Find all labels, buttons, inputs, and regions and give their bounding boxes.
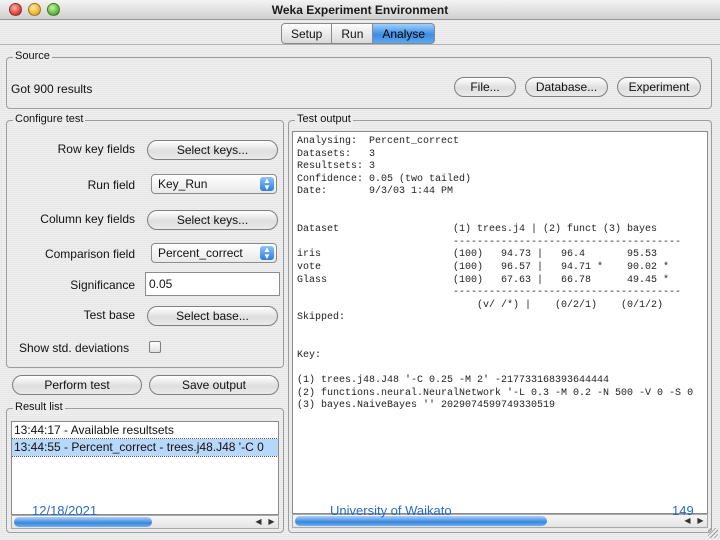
resize-grip-icon[interactable] (708, 528, 718, 538)
source-legend: Source (13, 50, 52, 62)
std-dev-checkbox[interactable] (149, 341, 161, 353)
database-button[interactable]: Database... (525, 77, 608, 97)
column-key-label: Column key fields (40, 212, 135, 226)
configure-test-group: Configure test Row key fields Select key… (6, 113, 284, 368)
test-output-text: Analysing: Percent_correct Datasets: 3 R… (297, 136, 694, 412)
perform-test-button[interactable]: Perform test (12, 375, 142, 395)
row-key-label: Row key fields (57, 142, 135, 156)
row-key-select-button[interactable]: Select keys... (147, 140, 278, 160)
file-button[interactable]: File... (454, 77, 516, 97)
significance-input[interactable]: 0.05 (145, 272, 280, 296)
weka-window: Weka Experiment Environment Setup Run An… (0, 0, 720, 540)
tab-bar: Setup Run Analyse (281, 23, 436, 44)
scroll-right-icon[interactable]: ▶ (694, 515, 707, 527)
footer-page-number: 149 (672, 503, 694, 518)
run-field-label: Run field (87, 178, 135, 192)
save-output-button[interactable]: Save output (149, 375, 279, 395)
tab-analyse[interactable]: Analyse (372, 23, 436, 44)
test-output-group: Test output Analysing: Percent_correct D… (288, 113, 712, 533)
comparison-field-label: Comparison field (44, 247, 135, 261)
footer-organization: University of Waikato (330, 503, 452, 518)
scrollbar-thumb[interactable] (14, 517, 152, 527)
source-status: Got 900 results (11, 82, 93, 96)
tab-divider (0, 44, 720, 45)
run-field-dropdown[interactable]: Key_Run ▲ ▼ (151, 174, 277, 194)
result-list-item-selected[interactable]: 13:44:55 - Percent_correct - trees.j48.J… (12, 438, 278, 457)
result-list[interactable]: 13:44:17 - Available resultsets 13:44:55… (11, 421, 279, 515)
comparison-field-dropdown[interactable]: Percent_correct ▲ ▼ (151, 243, 277, 263)
test-output-panel[interactable]: Analysing: Percent_correct Datasets: 3 R… (292, 131, 708, 514)
column-key-select-button[interactable]: Select keys... (147, 210, 278, 230)
comparison-field-value: Percent_correct (158, 246, 243, 260)
dropdown-arrows-icon: ▲ ▼ (260, 177, 274, 192)
scroll-right-icon[interactable]: ▶ (265, 516, 278, 528)
configure-legend: Configure test (13, 113, 86, 125)
result-list-legend: Result list (13, 401, 65, 413)
tab-run[interactable]: Run (331, 23, 374, 44)
dropdown-arrows-icon: ▲ ▼ (260, 246, 274, 261)
experiment-button[interactable]: Experiment (617, 77, 701, 97)
result-list-item[interactable]: 13:44:17 - Available resultsets (12, 422, 278, 439)
test-base-label: Test base (83, 308, 135, 322)
title-bar: Weka Experiment Environment (0, 0, 720, 20)
window-title: Weka Experiment Environment (271, 3, 449, 17)
test-output-legend: Test output (295, 113, 353, 125)
std-dev-label: Show std. deviations (19, 341, 130, 355)
run-field-value: Key_Run (158, 177, 208, 191)
tab-setup[interactable]: Setup (281, 23, 333, 44)
scroll-left-icon[interactable]: ◀ (252, 516, 265, 528)
footer-date: 12/18/2021 (32, 503, 98, 518)
test-base-select-button[interactable]: Select base... (147, 306, 278, 326)
source-group: Source Got 900 results File... Database.… (6, 50, 712, 109)
significance-label: Significance (70, 278, 135, 292)
